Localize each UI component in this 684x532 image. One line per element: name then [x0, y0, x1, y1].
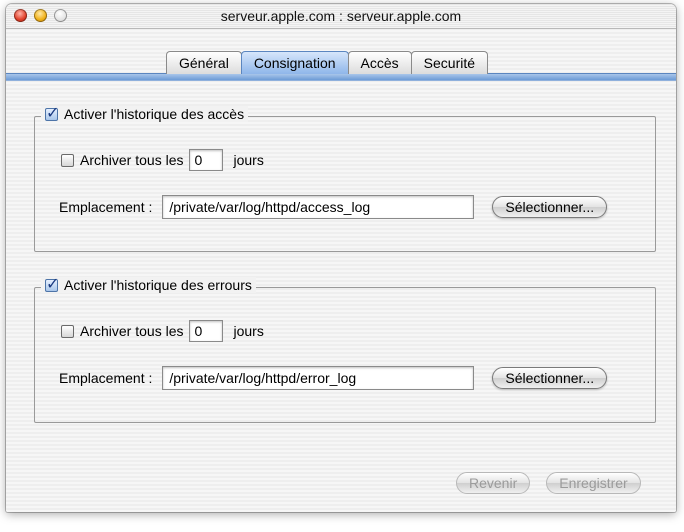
error-location-row: Emplacement : /private/var/log/httpd/err…	[59, 366, 608, 390]
preferences-window: serveur.apple.com : serveur.apple.com Gé…	[6, 4, 676, 512]
access-location-input[interactable]: /private/var/log/httpd/access_log	[162, 195, 475, 219]
error-select-button[interactable]: Sélectionner...	[492, 367, 608, 389]
footer-buttons: Revenir Enregistrer	[456, 472, 641, 494]
window-title: serveur.apple.com : serveur.apple.com	[220, 8, 462, 24]
access-archive-checkbox[interactable]	[61, 153, 74, 167]
error-days-label: jours	[233, 323, 264, 339]
tab-bar: Général Consignation Accès Securité	[166, 51, 489, 75]
error-log-enable[interactable]: ✓ Activer l'historique des errours	[41, 276, 256, 293]
tab-general[interactable]: Général	[166, 51, 242, 74]
access-log-enable[interactable]: ✓ Activer l'historique des accès	[41, 105, 249, 122]
access-select-button[interactable]: Sélectionner...	[492, 196, 608, 218]
error-log-group: ✓ Activer l'historique des errours Archi…	[34, 276, 656, 423]
access-log-enable-checkbox[interactable]: ✓	[45, 105, 59, 122]
error-location-label: Emplacement :	[59, 370, 153, 386]
error-log-enable-checkbox[interactable]: ✓	[45, 276, 59, 293]
access-archive-row: Archiver tous les 0 jours	[61, 149, 264, 171]
access-location-row: Emplacement : /private/var/log/httpd/acc…	[59, 195, 608, 219]
save-button[interactable]: Enregistrer	[546, 472, 641, 494]
checkmark-icon: ✓	[46, 104, 60, 122]
tab-securite[interactable]: Securité	[410, 51, 489, 74]
error-archive-label: Archiver tous les	[80, 323, 184, 339]
access-archive-days-input[interactable]: 0	[189, 149, 224, 171]
tab-acces[interactable]: Accès	[347, 51, 412, 74]
access-log-group: ✓ Activer l'historique des accès Archive…	[34, 105, 656, 252]
title-bar[interactable]: serveur.apple.com : serveur.apple.com	[6, 4, 676, 29]
access-archive-label: Archiver tous les	[80, 152, 184, 168]
error-archive-checkbox[interactable]	[61, 324, 74, 338]
checkmark-icon: ✓	[46, 275, 60, 293]
tab-consignation[interactable]: Consignation	[240, 51, 349, 74]
error-location-input[interactable]: /private/var/log/httpd/error_log	[162, 366, 475, 390]
access-log-enable-label: Activer l'historique des accès	[64, 106, 245, 122]
access-days-label: jours	[233, 152, 264, 168]
revert-button[interactable]: Revenir	[456, 472, 531, 494]
access-location-label: Emplacement :	[59, 199, 153, 215]
error-log-enable-label: Activer l'historique des errours	[64, 277, 252, 293]
error-archive-row: Archiver tous les 0 jours	[61, 320, 264, 342]
error-archive-days-input[interactable]: 0	[189, 320, 224, 342]
